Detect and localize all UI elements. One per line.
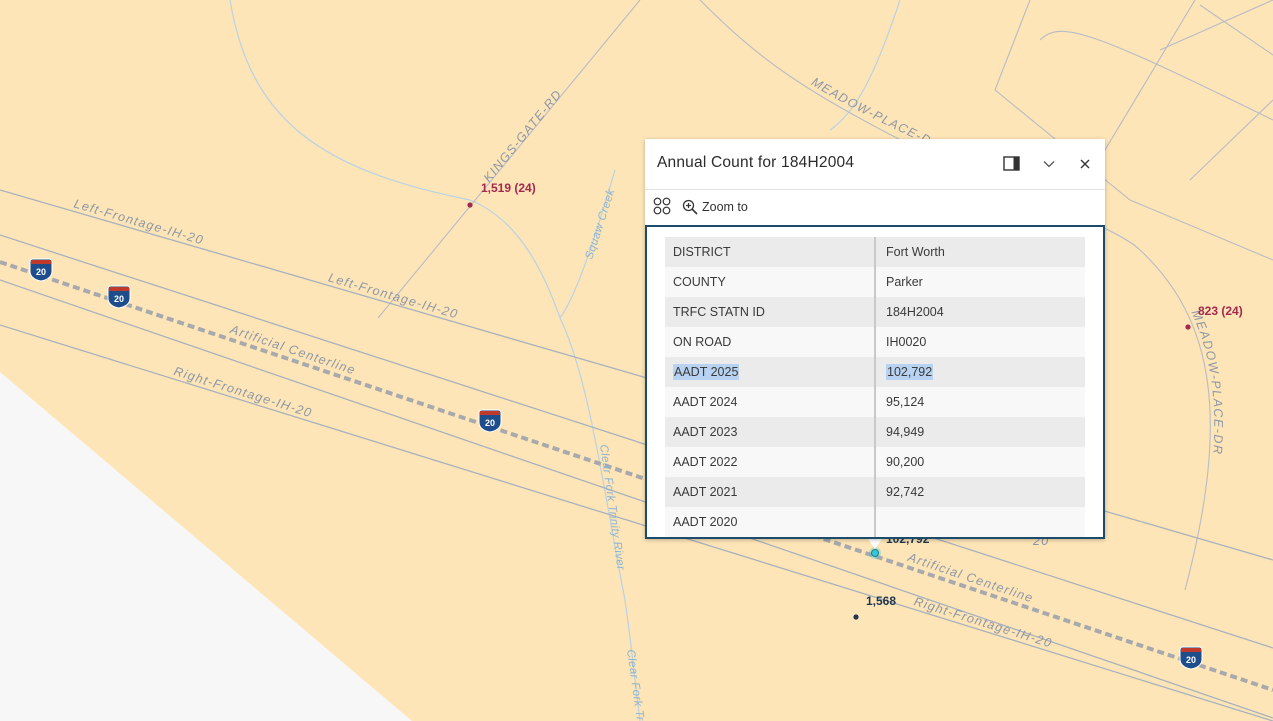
popup-content[interactable]: DISTRICT Fort Worth COUNTY Parker TRFC S… — [645, 225, 1105, 539]
road-label-right-frontage: Right-Frontage-IH-20 — [912, 594, 1054, 650]
count-label: 1,568 — [866, 594, 896, 608]
count-label: 1,519 (24) — [481, 181, 536, 195]
close-button[interactable] — [1073, 152, 1097, 176]
table-row: DISTRICT Fort Worth — [665, 237, 1085, 267]
attribute-popup: Annual Count for 184H2004 Zoom to DISTRI… — [645, 139, 1105, 539]
zoom-to-label: Zoom to — [702, 200, 748, 214]
water-label-clear-fork: Clear Fork Trin — [624, 649, 647, 721]
popup-header: Annual Count for 184H2004 — [645, 139, 1105, 190]
count-station-point[interactable] — [467, 202, 473, 208]
road-label-left-frontage: Left-Frontage-IH-20 — [327, 270, 460, 321]
table-row: AADT 2024 95,124 — [665, 387, 1085, 417]
actions-menu-button[interactable] — [653, 197, 671, 215]
dock-button[interactable] — [1000, 152, 1024, 176]
table-row-highlighted: AADT 2025 102,792 — [665, 357, 1085, 387]
local-road — [1039, 30, 1273, 121]
attribute-table: DISTRICT Fort Worth COUNTY Parker TRFC S… — [665, 237, 1085, 537]
water-label-squaw-creek: Squaw Creek — [583, 187, 617, 261]
svg-text:20: 20 — [36, 267, 46, 277]
road-label-left-frontage: Left-Frontage-IH-20 — [72, 197, 205, 248]
table-row: AADT 2023 94,949 — [665, 417, 1085, 447]
grid-icon — [653, 197, 671, 215]
count-label: 823 (24) — [1198, 304, 1243, 318]
zoom-to-button[interactable]: Zoom to — [682, 197, 748, 217]
local-road — [1159, 0, 1273, 51]
interstate-20-shield: 20 — [1179, 646, 1203, 670]
field-name: AADT 2020 — [665, 507, 876, 537]
table-row: ON ROAD IH0020 — [665, 327, 1085, 357]
field-name: DISTRICT — [665, 237, 876, 267]
road-label-kings-gate: KINGS-GATE-RD — [481, 87, 565, 185]
table-row: COUNTY Parker — [665, 267, 1085, 297]
field-name: COUNTY — [665, 267, 876, 297]
svg-text:20: 20 — [485, 418, 495, 428]
interstate-20-shield: 20 — [107, 285, 131, 309]
zoom-in-icon — [682, 199, 698, 215]
svg-text:20: 20 — [114, 294, 124, 304]
field-value: IH0020 — [875, 327, 1085, 357]
water-label-clear-fork: Clear Fork Trinity River — [597, 444, 627, 572]
water-area — [0, 372, 412, 721]
table-row: AADT 2021 92,742 — [665, 477, 1085, 507]
popup-action-bar: Zoom to — [645, 190, 1105, 224]
popup-pointer — [868, 539, 882, 549]
local-road — [1104, 0, 1196, 151]
chevron-down-icon — [1043, 161, 1055, 168]
selected-text: AADT 2025 — [673, 364, 740, 380]
field-value: 94,949 — [875, 417, 1085, 447]
local-road — [1189, 99, 1273, 181]
field-value: 92,742 — [875, 477, 1085, 507]
field-value: Parker — [875, 267, 1085, 297]
field-value: 90,200 — [875, 447, 1085, 477]
field-value: 95,124 — [875, 387, 1085, 417]
field-name: AADT 2021 — [665, 477, 876, 507]
collapse-button[interactable] — [1037, 152, 1061, 176]
dock-icon — [1003, 156, 1020, 171]
local-road — [1199, 4, 1273, 56]
table-row: TRFC STATN ID 184H2004 — [665, 297, 1085, 327]
field-value: 102,792 — [875, 357, 1085, 387]
road-label-right-frontage: Right-Frontage-IH-20 — [172, 364, 314, 420]
field-name: AADT 2025 — [665, 357, 876, 387]
svg-text:20: 20 — [1186, 655, 1196, 665]
count-station-point[interactable] — [853, 614, 859, 620]
field-name: AADT 2023 — [665, 417, 876, 447]
field-name: TRFC STATN ID — [665, 297, 876, 327]
interstate-20-shield: 20 — [29, 258, 53, 282]
field-value — [875, 507, 1085, 537]
close-icon — [1080, 159, 1090, 169]
road-label-meadow-top: MEADOW-PLACE-DR — [0, 0, 934, 148]
field-value: Fort Worth — [875, 237, 1085, 267]
selected-station-point[interactable] — [871, 549, 879, 557]
table-row: AADT 2020 — [665, 507, 1085, 537]
field-value: 184H2004 — [875, 297, 1085, 327]
interstate-20-shield: 20 — [478, 409, 502, 433]
selected-text: 102,792 — [886, 364, 934, 380]
field-name: ON ROAD — [665, 327, 876, 357]
popup-title: Annual Count for 184H2004 — [657, 154, 855, 171]
field-name: AADT 2022 — [665, 447, 876, 477]
field-name: AADT 2024 — [665, 387, 876, 417]
count-station-point[interactable] — [1185, 324, 1191, 330]
table-row: AADT 2022 90,200 — [665, 447, 1085, 477]
